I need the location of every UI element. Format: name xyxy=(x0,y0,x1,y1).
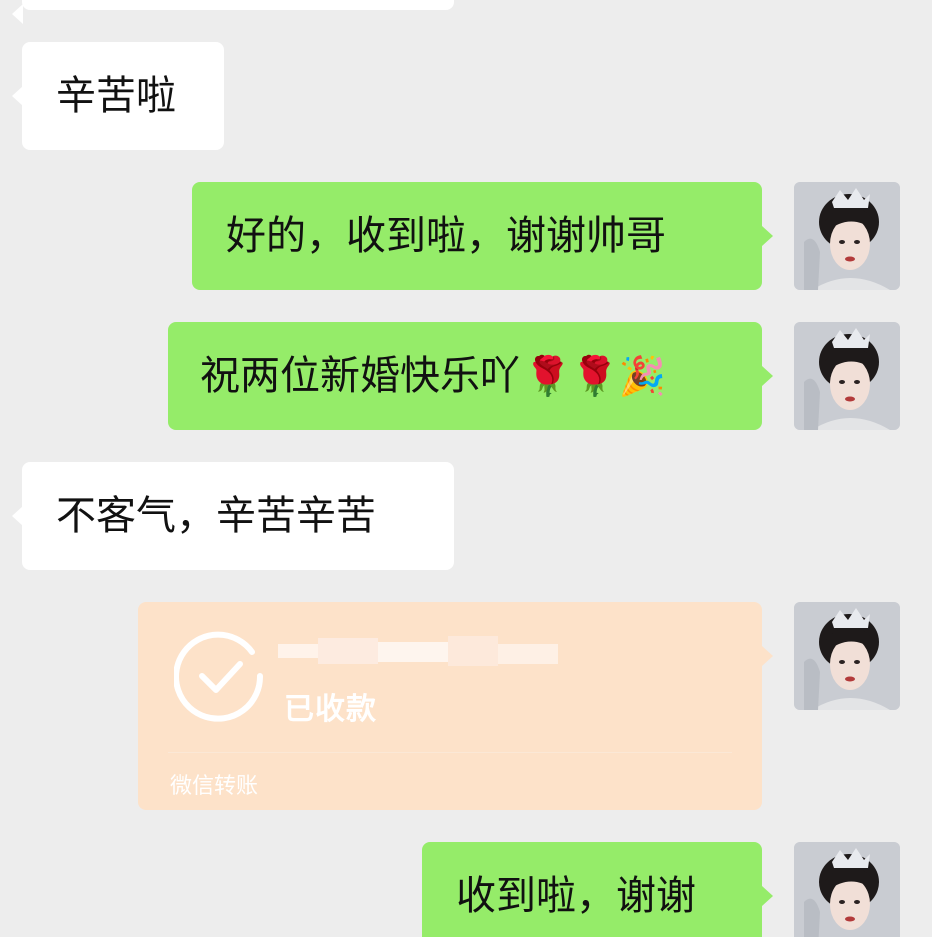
avatar-image xyxy=(794,182,900,290)
chat-area[interactable]: 辛苦啦 好的，收到啦，谢谢帅哥 祝两位新婚快乐吖 🌹🌹🎉 不客气，辛苦辛苦 已收… xyxy=(0,0,932,937)
avatar-image xyxy=(794,322,900,430)
transfer-card[interactable]: 已收款 微信转账 xyxy=(138,602,773,810)
avatar[interactable] xyxy=(794,602,900,710)
divider xyxy=(168,752,732,753)
message-text: 不客气，辛苦辛苦 xyxy=(56,493,376,539)
transfer-footer: 微信转账 xyxy=(170,774,259,799)
message-text: 祝两位新婚快乐吖 xyxy=(200,353,520,399)
message-bubble-outgoing[interactable]: 好的，收到啦，谢谢帅哥 xyxy=(192,182,773,290)
message-bubble-incoming[interactable]: 不客气，辛苦辛苦 xyxy=(12,462,454,570)
message-text: 收到啦，谢谢 xyxy=(456,873,696,919)
avatar-image xyxy=(794,602,900,710)
emoji-rose-party: 🌹🌹🎉 xyxy=(524,354,666,398)
message-text: 辛苦啦 xyxy=(56,73,176,119)
checkmark-circle-icon xyxy=(174,631,264,722)
avatar[interactable] xyxy=(794,842,900,937)
amount-redacted xyxy=(278,636,558,666)
avatar-image xyxy=(794,842,900,937)
message-text: 好的，收到啦，谢谢帅哥 xyxy=(226,213,666,259)
avatar[interactable] xyxy=(794,182,900,290)
message-bubble-outgoing[interactable]: 祝两位新婚快乐吖 🌹🌹🎉 xyxy=(168,322,773,430)
avatar[interactable] xyxy=(794,322,900,430)
message-bubble-outgoing[interactable]: 收到啦，谢谢 xyxy=(422,842,773,937)
transfer-status: 已收款 xyxy=(284,692,377,727)
message-bubble-incoming[interactable]: 辛苦啦 xyxy=(12,42,224,150)
message-bubble-incoming[interactable] xyxy=(12,0,454,24)
